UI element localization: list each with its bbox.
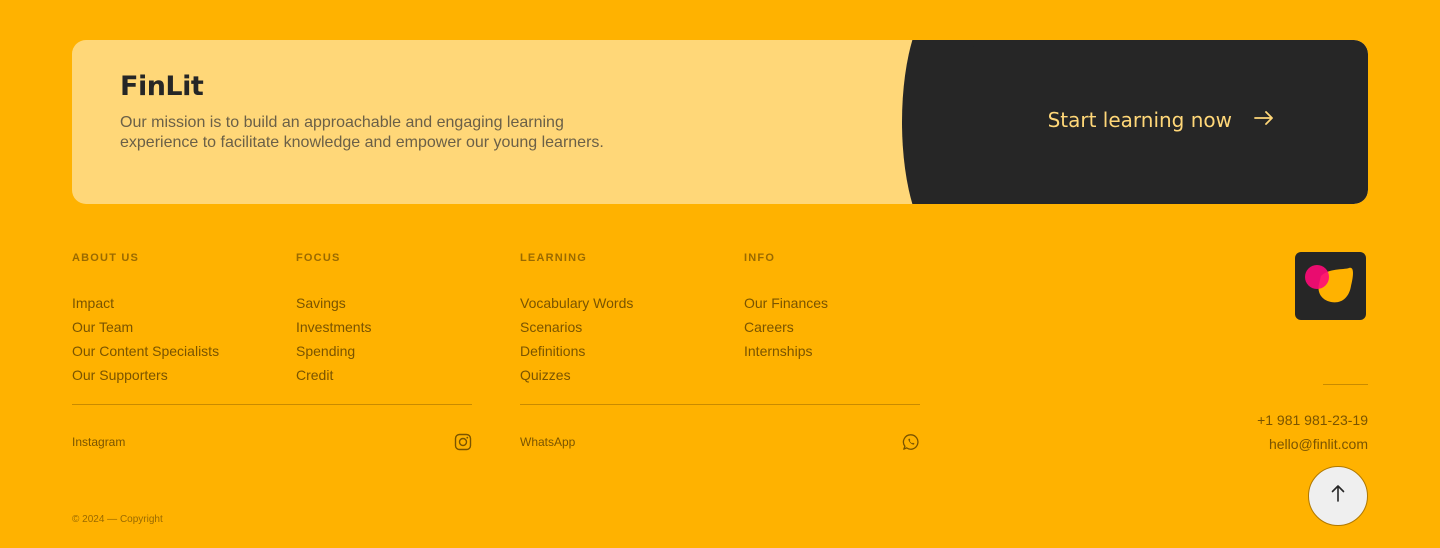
whatsapp-label: WhatsApp bbox=[520, 435, 576, 449]
footer-column-focus: FOCUS Savings Investments Spending Credi… bbox=[296, 252, 371, 387]
instagram-link[interactable]: Instagram bbox=[72, 433, 472, 451]
footer-link-vocabulary-words[interactable]: Vocabulary Words bbox=[520, 291, 633, 315]
footer-link-spending[interactable]: Spending bbox=[296, 339, 371, 363]
footer-link-content-specialists[interactable]: Our Content Specialists bbox=[72, 339, 219, 363]
contact-divider bbox=[1323, 384, 1368, 385]
divider bbox=[72, 404, 472, 405]
footer-link-our-team[interactable]: Our Team bbox=[72, 315, 219, 339]
footer-column-learning: LEARNING Vocabulary Words Scenarios Defi… bbox=[520, 252, 633, 387]
footer-link-quizzes[interactable]: Quizzes bbox=[520, 363, 633, 387]
start-learning-button[interactable]: Start learning now bbox=[1048, 108, 1274, 132]
finlit-logo bbox=[1295, 252, 1366, 320]
footer-link-savings[interactable]: Savings bbox=[296, 291, 371, 315]
email-link[interactable]: hello@finlit.com bbox=[1257, 432, 1368, 456]
footer-link-investments[interactable]: Investments bbox=[296, 315, 371, 339]
instagram-label: Instagram bbox=[72, 435, 126, 449]
footer-link-internships[interactable]: Internships bbox=[744, 339, 828, 363]
footer-link-credit[interactable]: Credit bbox=[296, 363, 371, 387]
contact-info: +1 981 981-23-19 hello@finlit.com bbox=[1257, 408, 1368, 456]
instagram-icon bbox=[454, 433, 472, 451]
footer-link-careers[interactable]: Careers bbox=[744, 315, 828, 339]
brand-name: FinLit bbox=[120, 71, 204, 102]
footer-link-impact[interactable]: Impact bbox=[72, 291, 219, 315]
column-heading: INFO bbox=[744, 252, 776, 264]
phone-link[interactable]: +1 981 981-23-19 bbox=[1257, 408, 1368, 432]
footer-link-supporters[interactable]: Our Supporters bbox=[72, 363, 219, 387]
whatsapp-link[interactable]: WhatsApp bbox=[520, 433, 920, 451]
column-heading: ABOUT US bbox=[72, 252, 140, 264]
footer-link-definitions[interactable]: Definitions bbox=[520, 339, 633, 363]
footer-column-about: ABOUT US Impact Our Team Our Content Spe… bbox=[72, 252, 219, 387]
cta-banner: FinLit Our mission is to build an approa… bbox=[72, 40, 1368, 204]
column-heading: FOCUS bbox=[296, 252, 341, 264]
banner-dark-panel: Start learning now bbox=[902, 40, 1368, 204]
back-to-top-button[interactable] bbox=[1308, 466, 1368, 526]
arrow-up-icon bbox=[1331, 484, 1345, 508]
column-heading: LEARNING bbox=[520, 252, 588, 264]
whatsapp-icon bbox=[902, 433, 920, 451]
start-learning-label: Start learning now bbox=[1047, 108, 1232, 132]
copyright-text: © 2024 — Copyright bbox=[72, 514, 163, 525]
footer-link-scenarios[interactable]: Scenarios bbox=[520, 315, 633, 339]
mission-text: Our mission is to build an approachable … bbox=[120, 114, 604, 151]
divider bbox=[520, 404, 920, 405]
footer-column-info: INFO Our Finances Careers Internships bbox=[744, 252, 828, 363]
logo-pink-circle bbox=[1305, 265, 1329, 289]
arrow-right-icon bbox=[1254, 109, 1274, 131]
footer-link-our-finances[interactable]: Our Finances bbox=[744, 291, 828, 315]
